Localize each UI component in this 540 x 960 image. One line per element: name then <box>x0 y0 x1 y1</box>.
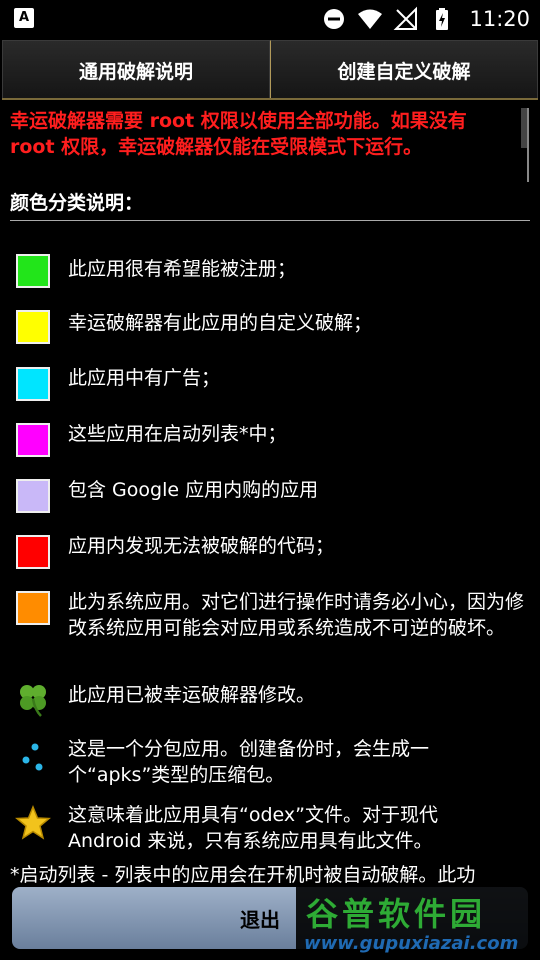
tab-divider <box>2 98 538 100</box>
no-signal-icon <box>394 6 418 30</box>
legend-item-lavender: 包含 Google 应用内购的应用 <box>16 479 530 513</box>
legend-item-red: 应用内发现无法被破解的代码； <box>16 535 530 569</box>
tab-create-custom-patch[interactable]: 创建自定义破解 <box>270 40 538 100</box>
legend-label: 这意味着此应用具有“odex”文件。对于现代 Android 来说，只有系统应用… <box>68 804 438 852</box>
star-icon <box>14 804 52 842</box>
clover-icon <box>14 680 52 718</box>
watermark-url: www.gupuxiazai.com <box>304 933 519 954</box>
legend-item-cyan: 此应用中有广告； <box>16 367 530 401</box>
clock: 11:20 <box>469 7 530 31</box>
legend-item-yellow: 幸运破解器有此应用的自定义破解； <box>16 310 530 344</box>
wifi-icon <box>358 9 383 29</box>
legend-item-odex: 这意味着此应用具有“odex”文件。对于现代 Android 来说，只有系统应用… <box>14 804 528 854</box>
yellow-swatch <box>16 310 50 344</box>
tab-bar: 通用破解说明 创建自定义破解 <box>2 40 538 100</box>
legend-label: 此为系统应用。对它们进行操作时请务必小心，因为修改系统应用可能会对应用或系统造成… <box>68 591 525 639</box>
cyan-swatch <box>16 367 50 401</box>
legend-label: 应用内发现无法被破解的代码； <box>68 535 335 557</box>
legend-label: 此应用很有希望能被注册； <box>68 258 297 280</box>
status-bar: A 11:20 <box>0 0 540 38</box>
legend-label: 此应用已被幸运破解器修改。 <box>68 684 316 706</box>
warning-border <box>527 108 529 182</box>
legend-label: 这些应用在启动列表*中； <box>68 423 287 445</box>
accessibility-font-icon: A <box>14 8 34 28</box>
battery-charging-icon <box>436 8 449 30</box>
divider <box>10 220 530 221</box>
orange-swatch <box>16 591 50 625</box>
do-not-disturb-icon <box>324 9 345 29</box>
exit-button-label: 退出 <box>240 907 280 932</box>
legend-item-orange: 此为系统应用。对它们进行操作时请务必小心，因为修改系统应用可能会对应用或系统造成… <box>16 591 530 641</box>
legend-item-magenta: 这些应用在启动列表*中； <box>16 423 530 457</box>
legend-label: 此应用中有广告； <box>68 367 221 389</box>
watermark-title: 谷普软件园 <box>306 895 487 933</box>
green-swatch <box>16 254 50 288</box>
legend-label: 幸运破解器有此应用的自定义破解； <box>68 312 373 334</box>
split-dots-icon <box>14 736 52 774</box>
tab-general-crack-info[interactable]: 通用破解说明 <box>2 40 270 100</box>
magenta-swatch <box>16 423 50 457</box>
root-warning-text: 幸运破解器需要 root 权限以使用全部功能。如果没有 root 权限，幸运破解… <box>10 110 467 158</box>
watermark: 谷普软件园 www.gupuxiazai.com <box>296 887 540 960</box>
red-swatch <box>16 535 50 569</box>
legend-label: 包含 Google 应用内购的应用 <box>68 479 319 501</box>
legend-item-split-apk: 这是一个分包应用。创建备份时，会生成一个“apks”类型的压缩包。 <box>14 736 528 788</box>
color-legend-title: 颜色分类说明： <box>10 192 144 214</box>
lavender-swatch <box>16 479 50 513</box>
legend-item-green: 此应用很有希望能被注册； <box>16 254 530 288</box>
legend-item-modified: 此应用已被幸运破解器修改。 <box>14 680 528 718</box>
startup-list-footnote: *启动列表 - 列表中的应用会在开机时被自动破解。此功 <box>10 864 476 886</box>
legend-label: 这是一个分包应用。创建备份时，会生成一个“apks”类型的压缩包。 <box>68 738 430 786</box>
status-icons: 11:20 <box>321 4 530 34</box>
